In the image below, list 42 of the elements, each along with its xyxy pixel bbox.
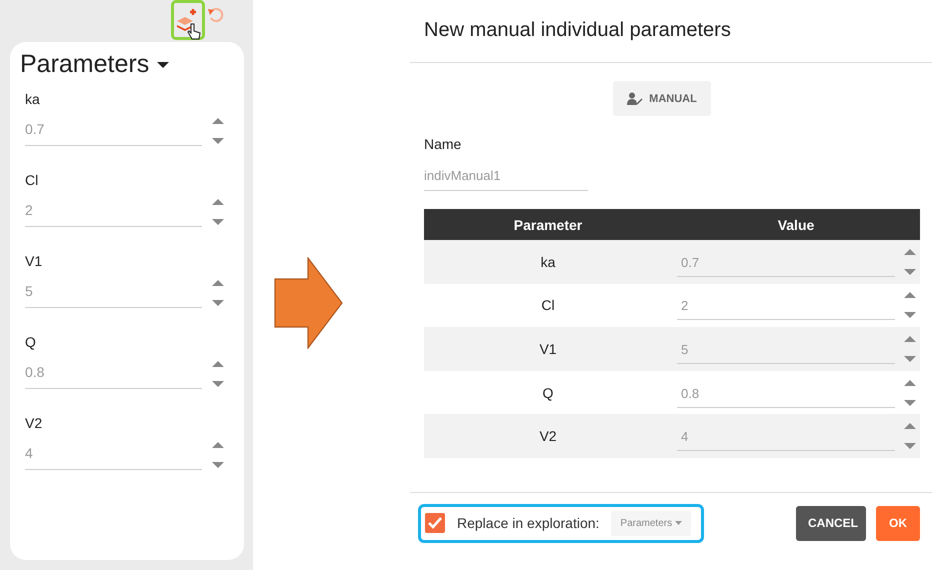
spinner-icon[interactable] xyxy=(212,360,224,386)
spinner-icon[interactable] xyxy=(212,118,224,144)
user-edit-icon xyxy=(627,92,644,105)
field-label: Cl xyxy=(25,172,38,188)
field-label: ka xyxy=(25,91,40,107)
parameters-dropdown[interactable]: Parameters xyxy=(611,510,692,536)
column-header: Value xyxy=(776,216,816,232)
spinner-icon[interactable] xyxy=(904,423,916,450)
spinner-icon[interactable] xyxy=(904,336,916,362)
spinner-icon[interactable] xyxy=(212,442,224,468)
dialog-title: New manual individual parameters xyxy=(410,0,932,63)
panel-title: Parameters xyxy=(20,50,150,79)
column-header: Parameter xyxy=(512,216,584,232)
table-cell: V1 xyxy=(424,327,672,371)
table-cell: V2 xyxy=(424,414,672,458)
value-field[interactable]: 4 xyxy=(672,414,920,458)
ok-button[interactable]: OK xyxy=(876,506,920,540)
name-label: Name xyxy=(424,136,462,152)
table-cell: ka xyxy=(424,240,672,284)
spinner-icon[interactable] xyxy=(904,248,916,275)
number-field[interactable]: 0.8 xyxy=(25,358,202,389)
caret-icon xyxy=(675,521,682,525)
value-field[interactable]: 0.7 xyxy=(672,240,920,284)
checkbox[interactable] xyxy=(425,513,445,533)
spinner-icon[interactable] xyxy=(212,198,224,224)
cancel-button[interactable]: CANCEL xyxy=(796,506,866,540)
caret-icon[interactable] xyxy=(157,60,170,68)
number-field[interactable]: 5 xyxy=(25,277,202,308)
hand-cursor-icon xyxy=(187,23,201,41)
manual-button[interactable]: MANUAL xyxy=(613,81,711,116)
field-label: Q xyxy=(25,334,36,350)
field-label: V1 xyxy=(25,253,42,269)
value-field[interactable]: 5 xyxy=(672,327,920,371)
number-field[interactable]: 4 xyxy=(25,439,202,470)
field-label: V2 xyxy=(25,415,42,431)
reset-icon[interactable] xyxy=(207,6,225,24)
checkbox-label: Replace in exploration: xyxy=(457,515,600,531)
spinner-icon[interactable] xyxy=(904,380,916,406)
number-field[interactable]: 0.7 xyxy=(25,115,202,146)
spinner-icon[interactable] xyxy=(904,292,916,318)
number-field[interactable]: 2 xyxy=(25,196,202,227)
spinner-icon[interactable] xyxy=(212,280,224,306)
